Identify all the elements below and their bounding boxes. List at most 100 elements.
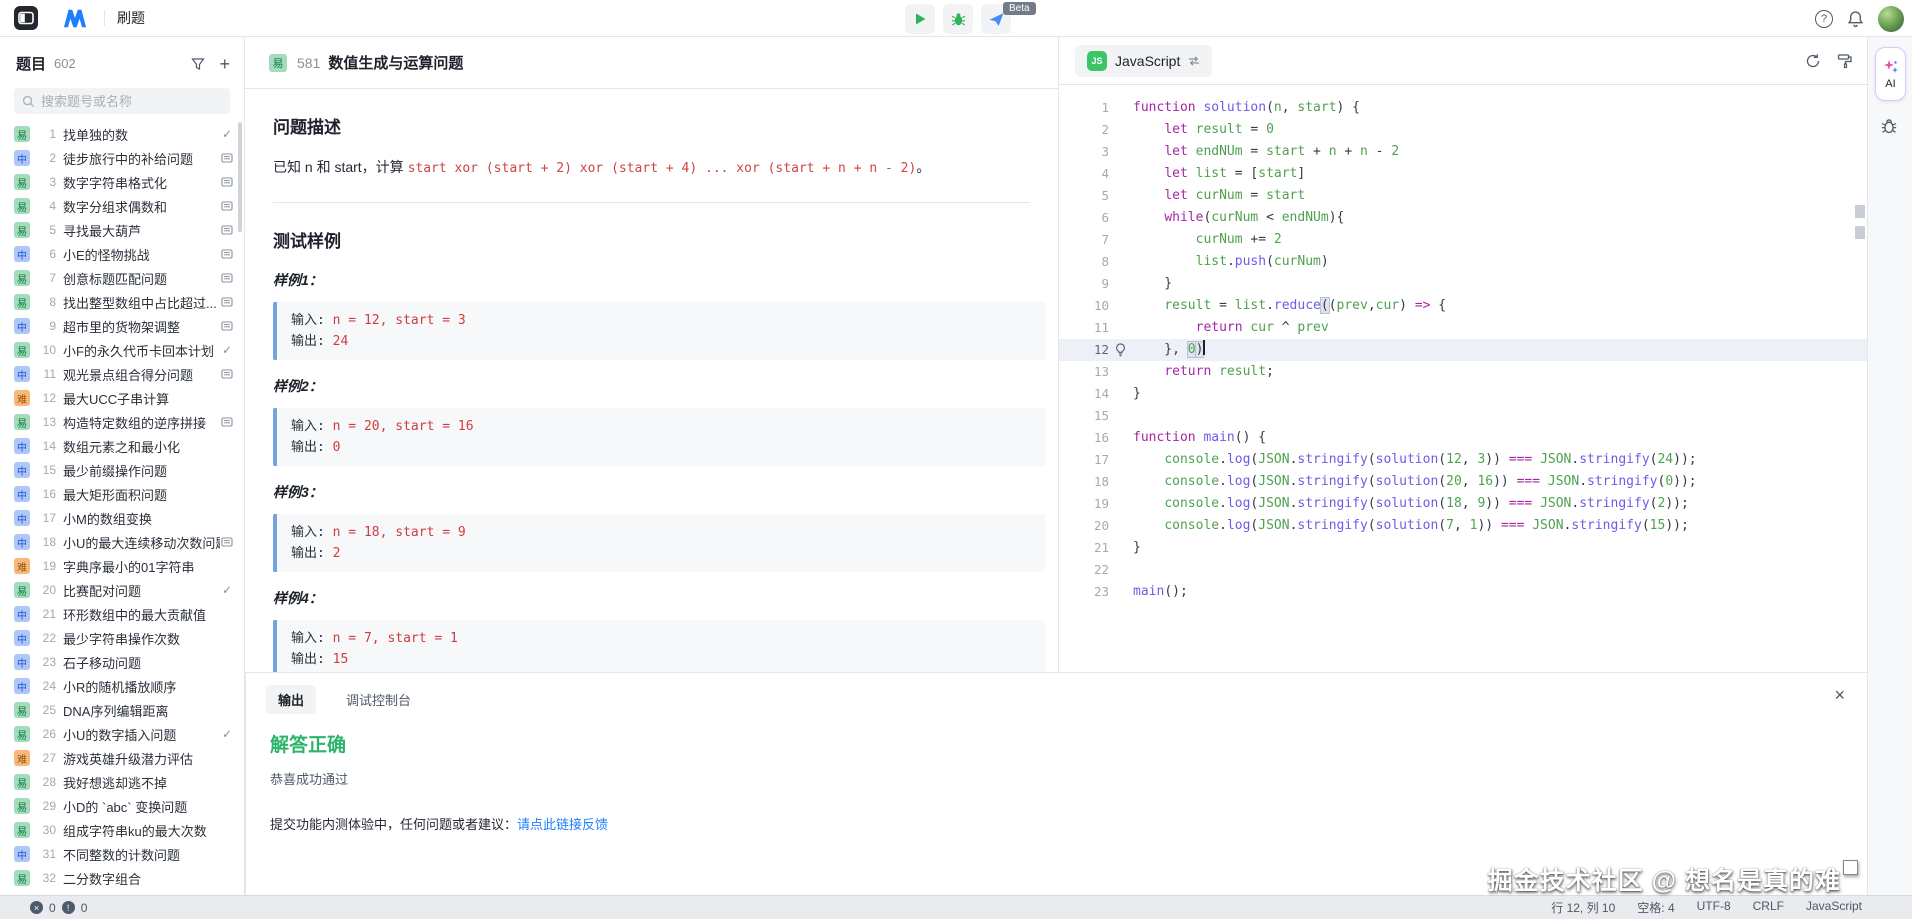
search-input[interactable] xyxy=(41,94,211,109)
add-problem-button[interactable]: + xyxy=(219,57,230,71)
close-output-icon[interactable]: × xyxy=(1834,685,1845,706)
user-avatar[interactable] xyxy=(1878,6,1904,32)
debug-panel-button[interactable] xyxy=(1880,117,1898,140)
code-line[interactable]: 20 console.log(JSON.stringify(solution(7… xyxy=(1059,515,1867,537)
problem-list-item[interactable]: 中17小M的数组变换 xyxy=(0,506,244,530)
code-area[interactable]: 1function solution(n, start) {2 let resu… xyxy=(1059,85,1867,603)
problem-list-item[interactable]: 中18小U的最大连续移动次数问题 xyxy=(0,530,244,554)
brand-logo[interactable] xyxy=(60,6,90,30)
switch-language-icon[interactable] xyxy=(1188,55,1200,67)
code-line[interactable]: 16function main() { xyxy=(1059,427,1867,449)
problem-list-item[interactable]: 易7创意标题匹配问题 xyxy=(0,266,244,290)
problem-list-item[interactable]: 中23石子移动问题 xyxy=(0,650,244,674)
problem-list-item[interactable]: 易1找单独的数✓ xyxy=(0,122,244,146)
note-icon xyxy=(220,200,234,212)
example-output-line: 输出: 2 xyxy=(291,543,1031,564)
difficulty-badge: 易 xyxy=(14,222,30,238)
problem-list-item[interactable]: 中24小R的随机播放顺序 xyxy=(0,674,244,698)
code-line[interactable]: 2 let result = 0 xyxy=(1059,119,1867,141)
problem-list-item[interactable]: 中22最少字符串操作次数 xyxy=(0,626,244,650)
language-tab[interactable]: JS JavaScript xyxy=(1075,45,1212,77)
code-line[interactable]: 8 list.push(curNum) xyxy=(1059,251,1867,273)
code-line[interactable]: 18 console.log(JSON.stringify(solution(2… xyxy=(1059,471,1867,493)
editor-scrollbar-2[interactable] xyxy=(1855,226,1865,239)
code-line[interactable]: 5 let curNum = start xyxy=(1059,185,1867,207)
status-cursor-position[interactable]: 行 12, 列 10 xyxy=(1551,899,1615,916)
problem-list-item[interactable]: 易20比赛配对问题✓ xyxy=(0,578,244,602)
filter-button[interactable] xyxy=(191,57,205,71)
problem-number: 16 xyxy=(36,487,56,501)
problem-list-item[interactable]: 易30组成字符串ku的最大次数 xyxy=(0,818,244,842)
problem-title: 二分数字组合 xyxy=(63,869,220,888)
problem-list-item[interactable]: 中15最少前缀操作问题 xyxy=(0,458,244,482)
search-box[interactable] xyxy=(14,88,230,114)
problem-list-item[interactable]: 易26小U的数字插入问题✓ xyxy=(0,722,244,746)
code-line[interactable]: 21} xyxy=(1059,537,1867,559)
ai-assistant-button[interactable]: AI xyxy=(1875,47,1906,101)
status-indent[interactable]: 空格: 4 xyxy=(1637,899,1674,916)
code-line[interactable]: 14} xyxy=(1059,383,1867,405)
problem-list-item[interactable]: 易4数字分组求偶数和 xyxy=(0,194,244,218)
problem-list-item[interactable]: 中16最大矩形面积问题 xyxy=(0,482,244,506)
problem-list-item[interactable]: 难12最大UCC子串计算 xyxy=(0,386,244,410)
code-text: } xyxy=(1133,383,1141,405)
output-tab[interactable]: 调试控制台 xyxy=(334,685,423,714)
problem-list-item[interactable]: 中14数组元素之和最小化 xyxy=(0,434,244,458)
problem-list-item[interactable]: 易5寻找最大葫芦 xyxy=(0,218,244,242)
status-language[interactable]: JavaScript xyxy=(1806,899,1862,916)
code-line[interactable]: 10 result = list.reduce((prev,cur) => { xyxy=(1059,295,1867,317)
problem-number: 23 xyxy=(36,655,56,669)
status-eol[interactable]: CRLF xyxy=(1753,899,1784,916)
problem-list-item[interactable]: 难27游戏英雄升级潜力评估 xyxy=(0,746,244,770)
code-line[interactable]: 9 } xyxy=(1059,273,1867,295)
line-number: 11 xyxy=(1059,317,1109,339)
solved-check-icon: ✓ xyxy=(220,583,234,597)
code-line[interactable]: 4 let list = [start] xyxy=(1059,163,1867,185)
problem-list-item[interactable]: 易13构造特定数组的逆序拼接 xyxy=(0,410,244,434)
run-button[interactable] xyxy=(905,4,935,34)
reset-code-button[interactable] xyxy=(1805,53,1821,69)
problem-number: 13 xyxy=(36,415,56,429)
debug-button[interactable] xyxy=(943,4,973,34)
notifications-bell-icon[interactable] xyxy=(1847,10,1864,28)
problem-list-item[interactable]: 中2徒步旅行中的补给问题 xyxy=(0,146,244,170)
code-line[interactable]: 11 return cur ^ prev xyxy=(1059,317,1867,339)
status-encoding[interactable]: UTF-8 xyxy=(1697,899,1731,916)
code-line[interactable]: 23main(); xyxy=(1059,581,1867,603)
code-line[interactable]: 15 xyxy=(1059,405,1867,427)
problem-list-item[interactable]: 易32二分数字组合 xyxy=(0,866,244,890)
code-line[interactable]: 17 console.log(JSON.stringify(solution(1… xyxy=(1059,449,1867,471)
sidebar-scrollbar[interactable] xyxy=(238,122,242,232)
code-line[interactable]: 3 let endNUm = start + n + n - 2 xyxy=(1059,141,1867,163)
problem-list-item[interactable]: 难19字典序最小的01字符串 xyxy=(0,554,244,578)
code-line[interactable]: 19 console.log(JSON.stringify(solution(1… xyxy=(1059,493,1867,515)
errors-icon[interactable]: × xyxy=(30,901,43,914)
sidebar-toggle-button[interactable] xyxy=(14,6,38,30)
problem-list-item[interactable]: 中21环形数组中的最大贡献值 xyxy=(0,602,244,626)
warnings-icon[interactable]: ! xyxy=(62,901,75,914)
code-line[interactable]: 12 }, 0) xyxy=(1059,339,1867,361)
code-line[interactable]: 1function solution(n, start) { xyxy=(1059,97,1867,119)
problem-list-item[interactable]: 中11观光景点组合得分问题 xyxy=(0,362,244,386)
editor-header: JS JavaScript xyxy=(1059,37,1867,85)
format-code-button[interactable] xyxy=(1837,53,1853,69)
problem-list-item[interactable]: 中9超市里的货物架调整 xyxy=(0,314,244,338)
problem-list-item[interactable]: 易25DNA序列编辑距离 xyxy=(0,698,244,722)
help-icon[interactable]: ? xyxy=(1815,10,1833,28)
problem-list-item[interactable]: 易3数字字符串格式化 xyxy=(0,170,244,194)
code-line[interactable]: 22 xyxy=(1059,559,1867,581)
difficulty-badge: 易 xyxy=(14,798,30,814)
problem-list-item[interactable]: 易8找出整型数组中占比超过... xyxy=(0,290,244,314)
problem-list-item[interactable]: 易10小F的永久代币卡回本计划✓ xyxy=(0,338,244,362)
editor-scrollbar[interactable] xyxy=(1855,205,1865,218)
problem-list-item[interactable]: 易28我好想逃却逃不掉 xyxy=(0,770,244,794)
code-line[interactable]: 13 return result; xyxy=(1059,361,1867,383)
note-icon xyxy=(220,248,234,260)
problem-list-item[interactable]: 中6小E的怪物挑战 xyxy=(0,242,244,266)
problem-list-item[interactable]: 易29小D的 `abc` 变换问题 xyxy=(0,794,244,818)
code-line[interactable]: 6 while(curNum < endNUm){ xyxy=(1059,207,1867,229)
problem-list-item[interactable]: 中31不同整数的计数问题 xyxy=(0,842,244,866)
feedback-link[interactable]: 请点此链接反馈 xyxy=(517,817,608,832)
output-tab[interactable]: 输出 xyxy=(266,685,316,714)
code-line[interactable]: 7 curNum += 2 xyxy=(1059,229,1867,251)
